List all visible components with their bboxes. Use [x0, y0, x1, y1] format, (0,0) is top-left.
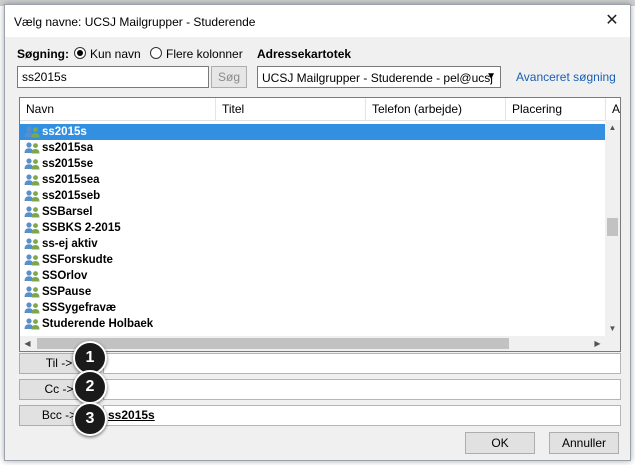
list-item[interactable]: ss2015sa — [20, 140, 605, 156]
radio-more-columns-label[interactable]: Flere kolonner — [166, 47, 243, 61]
cc-field[interactable] — [103, 379, 621, 400]
chevron-down-icon: ▼ — [486, 71, 496, 82]
search-button[interactable]: Søg — [211, 66, 247, 88]
group-icon — [24, 318, 40, 330]
radio-more-columns[interactable] — [150, 47, 162, 59]
search-input-value: ss2015s — [22, 70, 67, 84]
address-book-select[interactable]: UCSJ Mailgrupper - Studerende - pel@ucsj… — [257, 66, 501, 88]
list-item-label: SSSygefravæ — [42, 302, 117, 314]
list-item[interactable]: SSBKS 2-2015 — [20, 220, 605, 236]
list-item-label: Studerende Holbaek — [42, 318, 154, 330]
group-icon — [24, 206, 40, 218]
list-item-label: SSForskudte — [42, 254, 113, 266]
group-icon — [24, 126, 40, 138]
list-item[interactable]: ss2015s — [20, 124, 605, 140]
group-icon — [24, 142, 40, 154]
scroll-left-icon[interactable]: ◀ — [20, 336, 35, 351]
vertical-scroll-thumb[interactable] — [607, 218, 618, 236]
search-input[interactable]: ss2015s — [17, 66, 209, 88]
window-title: Vælg navne: UCSJ Mailgrupper - Studerend… — [14, 15, 256, 29]
group-icon — [24, 158, 40, 170]
radio-name-only[interactable] — [74, 47, 86, 59]
list-item-label: ss-ej aktiv — [42, 238, 98, 250]
column-header-af[interactable]: Af — [606, 98, 620, 120]
list-item-label: ss2015sea — [42, 174, 100, 186]
cancel-button[interactable]: Annuller — [549, 432, 619, 454]
group-icon — [24, 254, 40, 266]
advanced-search-link[interactable]: Avanceret søgning — [516, 70, 616, 84]
column-header-name[interactable]: Navn — [20, 98, 216, 120]
scroll-corner — [605, 336, 620, 351]
list-item-label: ss2015sa — [42, 142, 94, 154]
address-list: Navn Titel Telefon (arbejde) Placering A… — [19, 97, 621, 352]
list-item-label: SSOrlov — [42, 270, 88, 282]
title-bar: Vælg navne: UCSJ Mailgrupper - Studerend… — [5, 5, 630, 37]
horizontal-scroll-thumb[interactable] — [37, 338, 509, 349]
list-item-label: SSBarsel — [42, 206, 93, 218]
list-item[interactable]: SSForskudte — [20, 252, 605, 268]
list-item[interactable]: ss-ej aktiv — [20, 236, 605, 252]
annotation-marker-2: 2 — [73, 370, 107, 404]
group-icon — [24, 190, 40, 202]
list-item-label: ss2015se — [42, 158, 94, 170]
list-item[interactable]: SSPause — [20, 284, 605, 300]
list-item[interactable]: ss2015sea — [20, 172, 605, 188]
bcc-field[interactable]: ss2015s — [103, 405, 621, 426]
radio-name-only-label[interactable]: Kun navn — [90, 47, 141, 61]
search-label: Søgning: — [17, 47, 69, 61]
group-icon — [24, 174, 40, 186]
list-item[interactable]: SSSygefravæ — [20, 300, 605, 316]
address-book-label: Adressekartotek — [257, 47, 352, 61]
list-item-label: SSBKS 2-2015 — [42, 222, 121, 234]
list-item-label: SSPause — [42, 286, 92, 298]
list-item-label: ss2015s — [42, 126, 87, 138]
scroll-right-icon[interactable]: ▶ — [590, 336, 605, 351]
list-item[interactable]: ss2015seb — [20, 188, 605, 204]
scroll-down-icon[interactable]: ▼ — [605, 321, 620, 336]
annotation-marker-3: 3 — [73, 402, 107, 436]
column-header-phone[interactable]: Telefon (arbejde) — [366, 98, 506, 120]
group-icon — [24, 302, 40, 314]
column-header-location[interactable]: Placering — [506, 98, 606, 120]
list-item[interactable]: ss2015se — [20, 156, 605, 172]
close-icon[interactable]: ✕ — [600, 9, 624, 33]
group-icon — [24, 238, 40, 250]
horizontal-scrollbar[interactable]: ◀ ▶ — [20, 336, 605, 351]
select-names-dialog: Vælg navne: UCSJ Mailgrupper - Studerend… — [4, 4, 631, 461]
list-header: Navn Titel Telefon (arbejde) Placering A… — [20, 98, 620, 121]
list-item[interactable]: SSOrlov — [20, 268, 605, 284]
column-header-title[interactable]: Titel — [216, 98, 366, 120]
scroll-up-icon[interactable]: ▲ — [605, 120, 620, 135]
address-book-value: UCSJ Mailgrupper - Studerende - pel@ucsj — [262, 71, 493, 85]
list-rows: ss2015s ss2015sa ss2015se ss2015sea ss2015se… — [20, 124, 605, 332]
group-icon — [24, 222, 40, 234]
group-icon — [24, 270, 40, 282]
ok-button[interactable]: OK — [465, 432, 535, 454]
vertical-scrollbar[interactable]: ▲ ▼ — [605, 120, 620, 336]
bcc-field-value: ss2015s — [108, 408, 155, 422]
to-field[interactable] — [103, 353, 621, 374]
group-icon — [24, 286, 40, 298]
list-item-label: ss2015seb — [42, 190, 101, 202]
list-item[interactable]: Studerende Holbaek — [20, 316, 605, 332]
list-item[interactable]: SSBarsel — [20, 204, 605, 220]
